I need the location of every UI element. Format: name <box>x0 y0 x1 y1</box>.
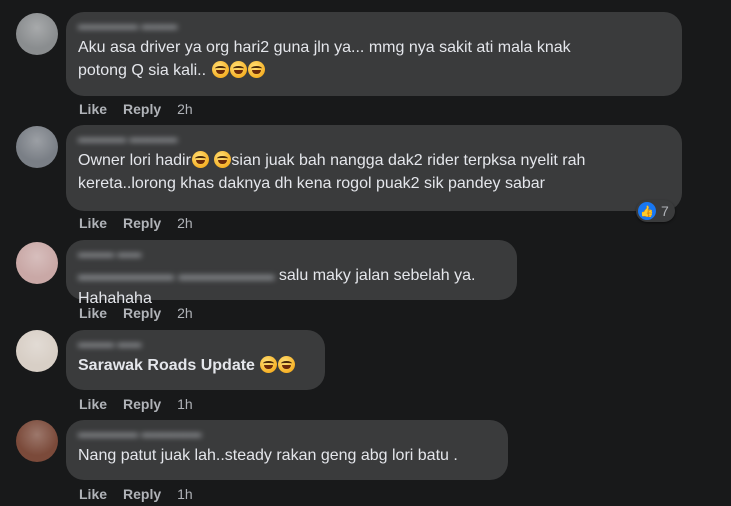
comment-text: Nang patut juak lah..steady rakan geng a… <box>78 447 458 464</box>
timestamp[interactable]: 1h <box>177 396 193 412</box>
avatar[interactable] <box>16 242 58 284</box>
rofl-emoji <box>211 61 229 78</box>
avatar[interactable] <box>16 330 58 372</box>
comment-actions: Like Reply 1h <box>79 485 193 503</box>
grinning-squinting-emoji <box>278 356 296 373</box>
author-name-blurred[interactable]: ▬▬▬ ▬▬ <box>78 336 313 350</box>
reply-link[interactable]: Reply <box>123 215 161 231</box>
reply-link[interactable]: Reply <box>123 305 161 321</box>
timestamp[interactable]: 2h <box>177 305 193 321</box>
rofl-emoji <box>247 61 265 78</box>
avatar[interactable] <box>16 420 58 462</box>
like-link[interactable]: Like <box>79 486 107 502</box>
author-name-blurred[interactable]: ▬▬▬ ▬▬ <box>78 246 505 260</box>
avatar[interactable] <box>16 126 58 168</box>
comment-actions: Like Reply 2h <box>79 214 193 232</box>
comment-bubble: ▬▬▬▬▬ ▬▬▬▬▬ Nang patut juak lah..steady … <box>66 420 508 480</box>
comment-text: Sarawak Roads Update <box>78 354 313 377</box>
author-name-blurred[interactable]: ▬▬▬▬▬ ▬▬▬ <box>78 18 670 32</box>
comment-bubble: ▬▬▬▬▬ ▬▬▬ Aku asa driver ya org hari2 gu… <box>66 12 682 96</box>
mentioned-name-blurred[interactable]: ▬▬▬▬▬▬ ▬▬▬▬▬▬ <box>78 267 279 284</box>
reply-link[interactable]: Reply <box>123 101 161 117</box>
reaction-summary[interactable]: 👍 7 <box>636 200 675 222</box>
reply-link[interactable]: Reply <box>123 486 161 502</box>
laughing-emoji <box>191 151 209 168</box>
comment-actions: Like Reply 2h <box>79 304 193 322</box>
like-link[interactable]: Like <box>79 396 107 412</box>
timestamp[interactable]: 1h <box>177 486 193 502</box>
comment-actions: Like Reply 1h <box>79 395 193 413</box>
comment-bubble: ▬▬▬▬ ▬▬▬▬ Owner lori hadir sian juak bah… <box>66 125 682 211</box>
avatar[interactable] <box>16 13 58 55</box>
rofl-emoji <box>229 61 247 78</box>
timestamp[interactable]: 2h <box>177 215 193 231</box>
comment-text: Aku asa driver ya org hari2 guna jln ya.… <box>78 39 571 79</box>
laughing-emoji <box>214 151 232 168</box>
like-link[interactable]: Like <box>79 101 107 117</box>
like-reaction-icon: 👍 <box>638 202 656 220</box>
grinning-squinting-emoji <box>260 356 278 373</box>
comment-text: Owner lori hadir sian juak bah nangga da… <box>78 151 586 192</box>
author-name-blurred[interactable]: ▬▬▬▬▬ ▬▬▬▬▬ <box>78 426 496 440</box>
comment-bubble: ▬▬▬ ▬▬ ▬▬▬▬▬▬ ▬▬▬▬▬▬ salu maky jalan seb… <box>66 240 517 307</box>
comment-bubble: ▬▬▬ ▬▬ Sarawak Roads Update <box>66 330 325 390</box>
author-name-blurred[interactable]: ▬▬▬▬ ▬▬▬▬ <box>78 131 670 145</box>
reply-link[interactable]: Reply <box>123 396 161 412</box>
like-link[interactable]: Like <box>79 305 107 321</box>
like-link[interactable]: Like <box>79 215 107 231</box>
reaction-count: 7 <box>661 203 669 219</box>
comment-actions: Like Reply 2h <box>79 100 193 118</box>
timestamp[interactable]: 2h <box>177 101 193 117</box>
